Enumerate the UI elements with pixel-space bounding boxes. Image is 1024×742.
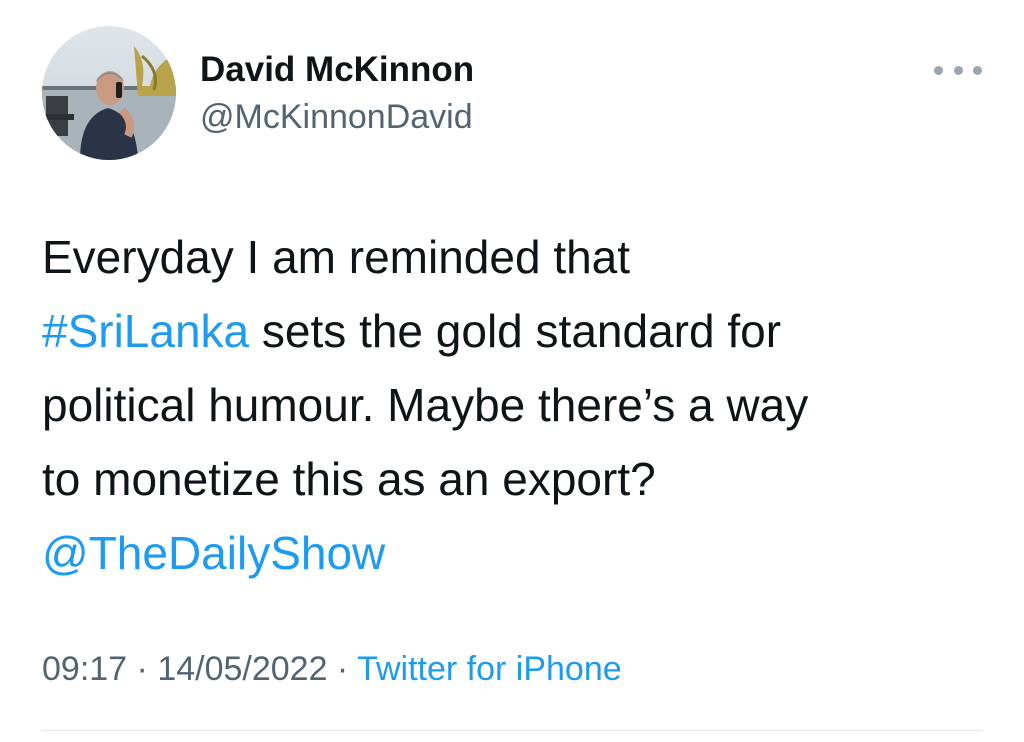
- tweet-text-line: @TheDailyShow: [42, 516, 992, 590]
- author-handle[interactable]: @McKinnonDavid: [200, 98, 473, 137]
- tweet-date[interactable]: 14/05/2022: [157, 650, 327, 688]
- tweet-text-segment: sets the gold standard for: [249, 305, 782, 357]
- more-horizontal-icon[interactable]: [934, 58, 982, 82]
- hashtag-link[interactable]: #SriLanka: [42, 305, 249, 357]
- profile-photo: [42, 26, 176, 160]
- more-dot: [953, 65, 963, 75]
- tweet-source-link[interactable]: Twitter for iPhone: [357, 650, 622, 688]
- mention-link[interactable]: @TheDailyShow: [42, 527, 385, 579]
- tweet-text-line: Everyday I am reminded that: [42, 231, 631, 283]
- tweet-time[interactable]: 09:17: [42, 650, 127, 688]
- author-name[interactable]: David McKinnon: [200, 50, 474, 90]
- tweet: David McKinnon @McKinnonDavid Everyday I…: [0, 0, 1024, 742]
- divider: [42, 730, 982, 731]
- tweet-text-line: #SriLanka sets the gold standard for: [42, 294, 992, 368]
- tweet-text: Everyday I am reminded that #SriLanka se…: [42, 220, 992, 590]
- tweet-text-line: to monetize this as an export?: [42, 453, 656, 505]
- tweet-text-line: political humour. Maybe there’s a way: [42, 379, 809, 431]
- tweet-meta: 09:17 · 14/05/2022 · Twitter for iPhone: [42, 650, 622, 689]
- more-dot: [973, 65, 982, 75]
- more-dot: [934, 65, 943, 75]
- meta-separator: ·: [327, 650, 358, 688]
- meta-separator: ·: [127, 650, 158, 688]
- avatar[interactable]: [42, 26, 176, 160]
